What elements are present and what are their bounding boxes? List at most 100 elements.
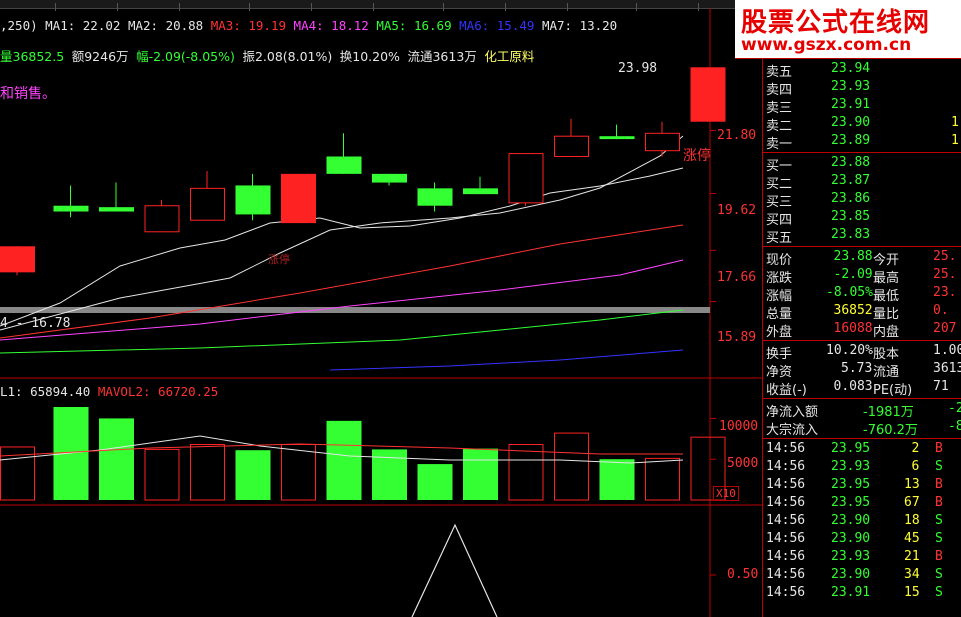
ask-price: 23.93 — [831, 79, 871, 94]
trade-time: 14:56 — [766, 441, 806, 456]
ma-item-5: MA5: 16.69 — [376, 18, 460, 33]
candle-body — [53, 205, 89, 212]
trade-volume: 34 — [904, 567, 920, 582]
candle-body — [372, 173, 407, 183]
volume-bar — [508, 444, 544, 501]
ma-item-3: MA3: 19.19 — [210, 18, 294, 33]
trade-price: 23.95 — [831, 477, 871, 492]
price-tick-4: 15.89 — [717, 330, 757, 345]
price-band — [0, 307, 710, 313]
trade-price: 23.93 — [831, 549, 871, 564]
ma-line-6 — [329, 349, 684, 371]
stat-label: PE(动) — [873, 383, 913, 398]
limit-up-label-faint: 涨停 — [268, 253, 290, 266]
stat-row: 现价 23.88 今开 25. — [763, 248, 961, 268]
trade-row: 14:56 23.95 13 B — [763, 476, 961, 494]
stat-value: -2.09 — [833, 267, 873, 282]
stat-row: 换手 10.20% 股本 1.00 — [763, 342, 961, 362]
stat-value: 16088 — [833, 321, 873, 336]
trade-volume: 15 — [904, 585, 920, 600]
ask-row: 卖四 23.93 — [763, 78, 961, 98]
limit-up-label: 涨停 — [683, 148, 711, 164]
trade-price: 23.90 — [831, 513, 871, 528]
volume-bar — [144, 448, 180, 501]
ask-row: 卖五 23.94 — [763, 60, 961, 80]
ma-item-4: MA4: 18.12 — [293, 18, 377, 33]
trade-price: 23.93 — [831, 459, 871, 474]
vol-tick-1: 10000 — [719, 419, 759, 434]
stat-row: 净资 5.73 流通 3613 — [763, 360, 961, 380]
candle-body — [690, 67, 726, 122]
stat-value: 25. — [933, 249, 957, 264]
bid-price: 23.87 — [831, 173, 871, 188]
trade-side: B — [935, 477, 943, 492]
trade-side: B — [935, 495, 943, 510]
ma-legend: ,250) MA1: 22.02 MA2: 20.88 MA3: 19.19 M… — [0, 18, 617, 33]
trade-time: 14:56 — [766, 549, 806, 564]
stat-value: 0.083 — [833, 379, 873, 394]
trade-time: 14:56 — [766, 513, 806, 528]
bid-price: 23.85 — [831, 209, 871, 224]
candle-body — [645, 132, 680, 152]
stat-label: 内盘 — [873, 325, 900, 340]
info-volume: 量36852.5 — [0, 49, 65, 64]
trade-time: 14:56 — [766, 567, 806, 582]
ma-item-6: MA6: 15.49 — [459, 18, 542, 33]
trade-volume: 18 — [904, 513, 920, 528]
trade-volume: 67 — [904, 495, 920, 510]
trade-volume: 21 — [904, 549, 920, 564]
candle-body — [235, 185, 271, 215]
trade-row: 14:56 23.95 2 B — [763, 440, 961, 458]
ask-label: 卖一 — [766, 137, 793, 152]
trade-row: 14:56 23.90 45 S — [763, 530, 961, 548]
high-price-tag: 23.98 — [618, 61, 658, 76]
kline-svg[interactable] — [0, 8, 762, 617]
stat-label: 收益(-) — [766, 383, 807, 398]
ask-row: 卖三 23.91 — [763, 96, 961, 116]
stat-row: 总量 36852 量比 0. — [763, 302, 961, 322]
stat-value: 3613 — [933, 361, 961, 376]
stat-value: 71 — [933, 379, 949, 394]
candle-body — [463, 188, 498, 195]
ma-prefix: ,250) — [0, 18, 46, 33]
ask-row: 卖二 23.90 1 — [763, 114, 961, 134]
volume-bar — [554, 432, 589, 501]
ma-line-3 — [0, 224, 684, 339]
trade-row: 14:56 23.95 67 B — [763, 494, 961, 512]
indicator-panel — [411, 523, 716, 617]
stat-value: 1.00 — [933, 343, 961, 358]
bid-row: 买三 23.86 — [763, 190, 961, 210]
bid-price: 23.88 — [831, 155, 871, 170]
info-sector: 化工原料 — [484, 49, 535, 64]
volume-bar — [599, 459, 635, 500]
ma-item-7: MA7: 13.20 — [541, 18, 618, 33]
info-amount: 额9246万 — [71, 49, 129, 64]
kline-chart-area[interactable]: ,250) MA1: 22.02 MA2: 20.88 MA3: 19.19 M… — [0, 8, 762, 617]
flow-row: 大宗流入 -760.2万 -8 — [763, 418, 961, 438]
volume-bar — [417, 464, 453, 500]
stat-row: 涨跌 -2.09 最高 25. — [763, 266, 961, 286]
trade-volume: 13 — [904, 477, 920, 492]
divider — [763, 152, 961, 153]
trade-price: 23.91 — [831, 585, 871, 600]
stat-value: 10.20% — [826, 343, 873, 358]
stat-value: 0. — [933, 303, 949, 318]
chart-grid — [0, 8, 762, 617]
volume-bars — [0, 406, 726, 501]
volume-bar — [326, 420, 362, 500]
flow-row: 净流入额 -1981万 -2 — [763, 400, 961, 420]
quote-summary: 量36852.5 额9246万 幅-2.09(-8.05%) 振2.08(8.0… — [0, 46, 534, 65]
logo-url: www.gszx.com.cn — [741, 35, 912, 55]
stat-value: 207 — [933, 321, 957, 336]
trade-time: 14:56 — [766, 477, 806, 492]
trade-side: B — [935, 549, 943, 564]
trade-price: 23.95 — [831, 495, 871, 510]
trade-side: B — [935, 441, 943, 456]
logo-title: 股票公式在线网 — [741, 8, 931, 38]
indicator-line — [411, 523, 498, 617]
trade-side: S — [935, 585, 943, 600]
trade-row: 14:56 23.90 34 S — [763, 566, 961, 584]
ask-price: 23.91 — [831, 97, 871, 112]
note-text: 和销售。 — [0, 86, 56, 102]
trade-side: S — [935, 459, 943, 474]
